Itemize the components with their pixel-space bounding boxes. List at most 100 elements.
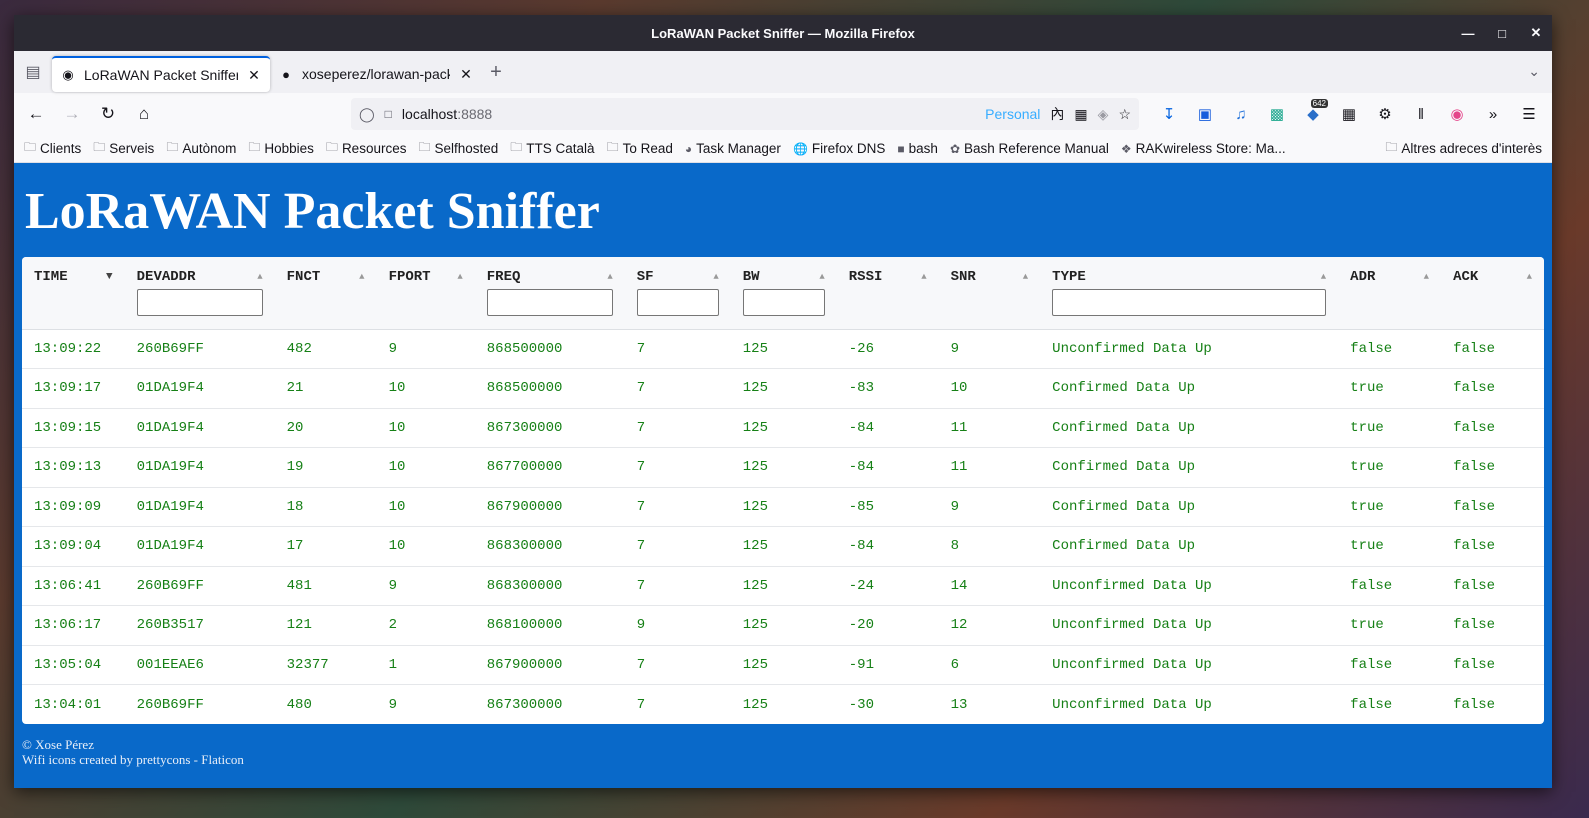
filter-input-devaddr[interactable] <box>136 289 263 316</box>
column-header-sf[interactable]: SF ▲ <box>624 257 731 330</box>
table-row[interactable]: 13:09:17 01DA19F4 21 10 868500000 7 125 -83 10 Co… <box>22 368 1544 409</box>
table-row[interactable]: 13:05:04 001EEAE6 32377 1 867900000 7 125 -91 6 U… <box>22 645 1544 685</box>
shield-icon[interactable]: ◯ <box>359 106 375 123</box>
footer-credits[interactable]: Wifi icons created by prettycons - Flati… <box>22 752 1544 767</box>
library-icon[interactable]: ‖ <box>1406 99 1436 129</box>
cell-adr: true <box>1338 447 1442 488</box>
cell-sf: 7 <box>624 408 731 448</box>
cell-type: Confirmed Data Up <box>1040 368 1339 409</box>
cell-fnct: 121 <box>274 605 377 646</box>
chevron-down-icon[interactable]: ⌄ <box>1528 63 1540 80</box>
container-label[interactable]: Personal <box>985 106 1040 122</box>
column-header-ack[interactable]: ACK ▲ <box>1441 257 1544 330</box>
sort-ascending-icon[interactable]: ▲ <box>1527 272 1532 282</box>
home-icon[interactable]: ⌂ <box>128 98 160 130</box>
column-header-adr[interactable]: ADR ▲ <box>1338 257 1442 330</box>
reload-icon[interactable]: ↻ <box>92 98 124 130</box>
bitwarden-icon[interactable]: ▣ <box>1190 99 1220 129</box>
table-row[interactable]: 13:06:17 260B3517 121 2 868100000 9 125 -20 12 Un… <box>22 605 1544 646</box>
cell-bw: 125 <box>742 696 768 713</box>
filter-input-sf[interactable] <box>636 289 719 316</box>
gnu-icon: ✿ <box>949 141 960 156</box>
filter-input-type[interactable] <box>1052 289 1327 316</box>
forward-icon[interactable]: → <box>56 98 88 130</box>
color-picker-icon[interactable]: ◉ <box>1442 99 1472 129</box>
bookmark-item[interactable]: 🗀 Selfhosted <box>418 138 498 159</box>
table-row[interactable]: 13:09:22 260B69FF 482 9 868500000 7 125 -26 9 Unc… <box>22 329 1544 369</box>
maximize-icon[interactable]: □ <box>1494 26 1510 41</box>
table-row[interactable]: 13:04:01 260B69FF 480 9 867300000 7 125 -30 13 Un… <box>22 685 1544 725</box>
cell-snr: 12 <box>938 605 1041 646</box>
bookmark-item[interactable]: ❖ RAKwireless Store: Ma... <box>1121 141 1286 156</box>
table-row[interactable]: 13:09:13 01DA19F4 19 10 867700000 7 125 -84 11 Co… <box>22 447 1544 488</box>
download-icon[interactable]: ↧ <box>1154 99 1184 129</box>
table-row[interactable]: 13:06:41 260B69FF 481 9 868300000 7 125 -24 14 Un… <box>22 566 1544 606</box>
bookmark-item[interactable]: ■ bash <box>897 141 938 156</box>
bookmark-item[interactable]: 🗀 Resources <box>326 138 407 159</box>
cell-freq: 867700000 <box>474 447 625 488</box>
bookmark-item[interactable]: 🗀 Serveis <box>93 138 154 159</box>
sort-ascending-icon[interactable]: ▲ <box>819 272 824 282</box>
bookmark-item[interactable]: 🗀 Autònom <box>166 138 236 159</box>
bookmark-star-icon[interactable]: ☆ <box>1118 106 1131 123</box>
extension-grid-icon[interactable]: ▦ <box>1074 106 1087 123</box>
column-header-devaddr[interactable]: DEVADDR ▲ <box>124 257 275 330</box>
sort-ascending-icon[interactable]: ▲ <box>257 272 262 282</box>
filter-input-freq[interactable] <box>486 289 613 316</box>
column-header-time[interactable]: TIME ▼ <box>22 257 125 330</box>
cell-rssi: -26 <box>836 329 939 369</box>
bookmark-item[interactable]: ◕ Task Manager <box>685 141 781 156</box>
firefox-view-icon[interactable]: ▤ <box>14 51 52 93</box>
tab-lorawan-sniffer[interactable]: ◉ LoRaWAN Packet Sniffer ✕ <box>52 56 270 92</box>
sort-ascending-icon[interactable]: ▲ <box>457 272 462 282</box>
puzzle-icon[interactable]: ⚙ <box>1370 99 1400 129</box>
extension-badge-icon[interactable]: ◆ 642 <box>1298 99 1328 129</box>
cell-ack: false <box>1441 526 1544 567</box>
table-row[interactable]: 13:09:15 01DA19F4 20 10 867300000 7 125 -84 11 Co… <box>22 408 1544 448</box>
sort-ascending-icon[interactable]: ▲ <box>607 272 612 282</box>
sort-ascending-icon[interactable]: ▲ <box>1321 272 1326 282</box>
column-header-fport[interactable]: FPORT ▲ <box>376 257 475 330</box>
sort-descending-icon[interactable]: ▼ <box>106 271 113 283</box>
table-row[interactable]: 13:09:04 01DA19F4 17 10 868300000 7 125 -84 8 Con… <box>22 526 1544 567</box>
close-tab-icon[interactable]: ✕ <box>458 66 474 83</box>
column-header-rssi[interactable]: RSSI ▲ <box>836 257 939 330</box>
column-header-snr[interactable]: SNR ▲ <box>938 257 1041 330</box>
column-header-bw[interactable]: BW ▲ <box>730 257 837 330</box>
table-row[interactable]: 13:09:09 01DA19F4 18 10 867900000 7 125 -85 9 Con… <box>22 487 1544 527</box>
column-header-type[interactable]: TYPE ▲ <box>1040 257 1339 330</box>
filter-input-bw[interactable] <box>742 289 825 316</box>
bookmark-item[interactable]: 🗀 TTS Català <box>510 138 594 159</box>
page-info-icon[interactable]: □ <box>385 107 392 121</box>
apps-icon[interactable]: ▦ <box>1334 99 1364 129</box>
sort-ascending-icon[interactable]: ▲ <box>921 272 926 282</box>
back-icon[interactable]: ← <box>20 98 52 130</box>
column-header-freq[interactable]: FREQ ▲ <box>474 257 625 330</box>
menu-icon[interactable]: ☰ <box>1514 99 1544 129</box>
new-tab-icon[interactable]: + <box>482 61 510 84</box>
cell-type: Confirmed Data Up <box>1040 526 1339 567</box>
tag-icon[interactable]: ◈ <box>1098 106 1109 123</box>
close-window-icon[interactable]: ✕ <box>1528 25 1544 41</box>
cell-freq: 868100000 <box>474 605 625 646</box>
bookmark-other-folder[interactable]: 🗀 Altres adreces d'interès <box>1385 138 1542 159</box>
bookmark-item[interactable]: 🗀 Clients <box>24 138 81 159</box>
column-header-fnct[interactable]: FNCT ▲ <box>274 257 377 330</box>
bookmark-item[interactable]: 🌐 Firefox DNS <box>793 141 885 156</box>
save-icon[interactable]: ▩ <box>1262 99 1292 129</box>
bookmark-item[interactable]: ✿ Bash Reference Manual <box>950 141 1109 156</box>
overflow-chevron-icon[interactable]: » <box>1478 99 1508 129</box>
translate-icon[interactable]: 內 <box>1050 104 1064 124</box>
tab-github[interactable]: ● xoseperez/lorawan-packet- ✕ <box>270 56 482 92</box>
sort-ascending-icon[interactable]: ▲ <box>713 272 718 282</box>
sort-ascending-icon[interactable]: ▲ <box>359 272 364 282</box>
close-tab-icon[interactable]: ✕ <box>246 67 262 84</box>
cell-rssi: -84 <box>836 447 939 488</box>
minimize-icon[interactable]: — <box>1460 26 1476 41</box>
sort-ascending-icon[interactable]: ▲ <box>1424 272 1429 282</box>
bookmark-item[interactable]: 🗀 Hobbies <box>248 138 314 159</box>
music-icon[interactable]: ♫ <box>1226 99 1256 129</box>
url-bar[interactable]: ◯ □ localhost:8888 Personal 內 ▦ ◈ ☆ <box>351 98 1139 130</box>
sort-ascending-icon[interactable]: ▲ <box>1023 272 1028 282</box>
bookmark-item[interactable]: 🗀 To Read <box>607 138 673 159</box>
